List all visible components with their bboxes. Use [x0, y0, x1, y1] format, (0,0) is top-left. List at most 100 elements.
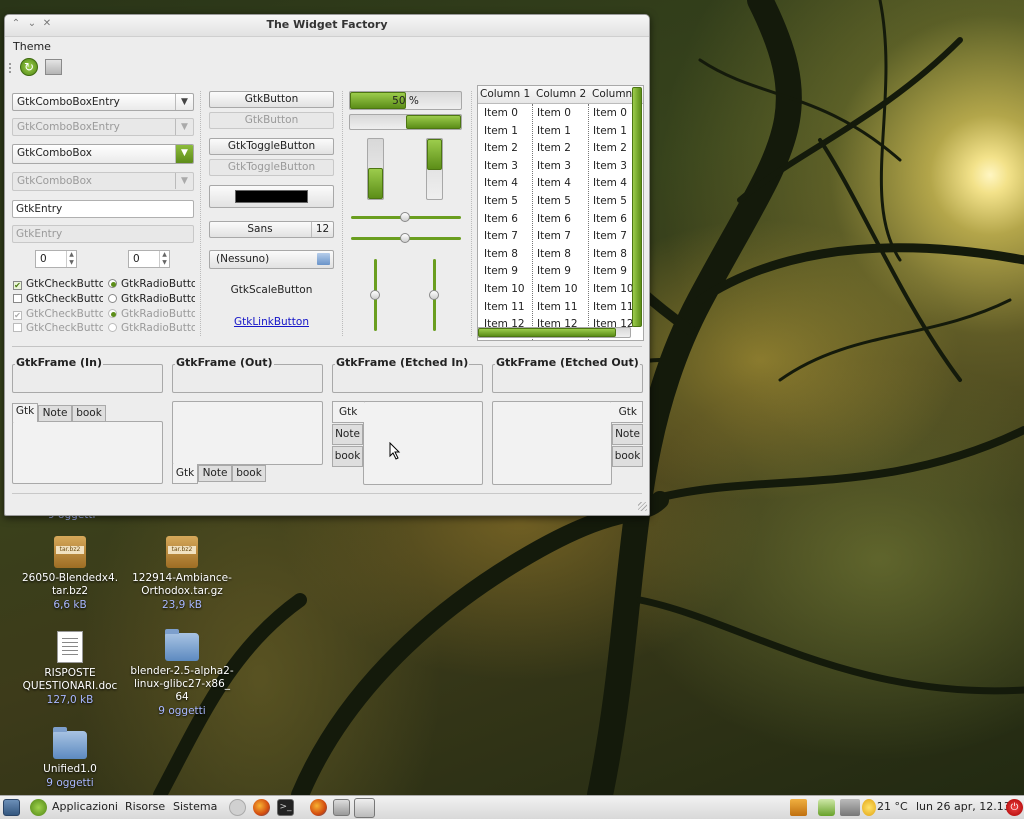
display-icon[interactable]	[840, 799, 860, 816]
desktop-icon-blender[interactable]: blender-2.5-alpha2- linux-glibc27-x86_ 6…	[127, 629, 237, 718]
desktop-icon-risposte-questionari[interactable]: RISPOSTE QUESTIONARI.doc 127,0 kB	[15, 631, 125, 707]
tree-cell[interactable]: Item 9	[484, 265, 518, 277]
tree-cell[interactable]: Item 4	[593, 177, 627, 189]
menu-places[interactable]: Risorse	[125, 800, 165, 813]
stop-icon[interactable]	[45, 59, 62, 75]
column-header-1[interactable]: Column 1	[480, 88, 530, 100]
desktop-icon-ambiance-orthodox[interactable]: 122914-Ambiance- Orthodox.tar.gz 23,9 kB	[127, 536, 237, 612]
dropdown-arrow-icon[interactable]: ▼	[175, 94, 193, 110]
title-bar[interactable]: ⌃ ⌄ ✕ The Widget Factory	[5, 15, 649, 37]
radio-button[interactable]: GtkRadioButton	[108, 293, 195, 306]
tree-cell[interactable]: Item 3	[537, 160, 571, 172]
notebook-left-tab-gtk[interactable]: Gtk	[332, 401, 364, 423]
tree-cell[interactable]: Item 7	[593, 230, 627, 242]
notebook-right-tab-note[interactable]: Note	[612, 424, 643, 445]
hscale-1-handle[interactable]	[400, 212, 410, 222]
power-icon[interactable]: ⏻	[1006, 799, 1023, 816]
hscale-2-handle[interactable]	[400, 233, 410, 243]
spin-button-1[interactable]: 0 ▲ ▼	[35, 250, 77, 268]
notebook-left-tab-note[interactable]: Note	[332, 424, 363, 445]
firefox-window-icon[interactable]	[310, 799, 327, 816]
tree-vscrollbar[interactable]	[632, 87, 642, 327]
notebook-right-tab-gtk[interactable]: Gtk	[611, 401, 643, 423]
notebook-top-tab-book[interactable]: book	[72, 405, 106, 422]
tree-cell[interactable]: Item 5	[593, 195, 627, 207]
tree-cell[interactable]: Item 7	[484, 230, 518, 242]
show-desktop-icon[interactable]	[3, 799, 20, 816]
tree-cell[interactable]: Item 8	[593, 248, 627, 260]
color-button[interactable]	[209, 185, 334, 208]
spin-button-2[interactable]: 0 ▲ ▼	[128, 250, 170, 268]
notebook-top-tab-note[interactable]: Note	[38, 405, 72, 422]
tree-cell[interactable]: Item 7	[537, 230, 571, 242]
tree-cell[interactable]: Item 8	[484, 248, 518, 260]
column-header-2[interactable]: Column 2	[536, 88, 586, 100]
ubuntu-logo-icon[interactable]	[30, 799, 47, 816]
tree-hscrollbar[interactable]	[477, 327, 631, 338]
spin-arrows-icon[interactable]: ▲ ▼	[66, 251, 76, 267]
temperature[interactable]: 21 °C	[877, 800, 908, 813]
tree-cell[interactable]: Item 6	[484, 213, 518, 225]
clock[interactable]: lun 26 apr, 12.13	[916, 800, 1011, 813]
check-button-checked[interactable]: ✔ GtkCheckButton	[13, 278, 103, 291]
tree-cell[interactable]: Item 11	[537, 301, 578, 313]
tree-cell[interactable]: Item 0	[593, 107, 627, 119]
gtk-button[interactable]: GtkButton	[209, 91, 334, 108]
tree-cell[interactable]: Item 5	[484, 195, 518, 207]
tree-cell[interactable]: Item 4	[484, 177, 518, 189]
vscale-2-handle[interactable]	[429, 290, 439, 300]
notebook-bottom-tab-book[interactable]: book	[232, 465, 266, 482]
tree-cell[interactable]: Item 11	[593, 301, 634, 313]
tree-cell[interactable]: Item 3	[593, 160, 627, 172]
firefox-icon[interactable]	[253, 799, 270, 816]
tree-view[interactable]: Column 1 Column 2 Column 3 Item 0 Item 0 I…	[477, 85, 644, 341]
tree-cell[interactable]: Item 11	[484, 301, 525, 313]
notebook-bottom-tab-note[interactable]: Note	[198, 465, 232, 482]
tree-cell[interactable]: Item 1	[484, 125, 518, 137]
document-window-icon[interactable]	[333, 799, 350, 816]
help-icon[interactable]	[229, 799, 246, 816]
tree-cell[interactable]: Item 4	[537, 177, 571, 189]
resize-grip-icon[interactable]	[638, 502, 647, 511]
scale-button[interactable]: GtkScaleButton	[209, 284, 334, 296]
check-button[interactable]: GtkCheckButton	[13, 293, 103, 306]
file-chooser-button[interactable]: (Nessuno)	[209, 250, 334, 269]
refresh-icon[interactable]: ↻	[20, 58, 38, 76]
desktop-icon-unified[interactable]: Unified1.0 9 oggetti	[15, 727, 125, 790]
tree-cell[interactable]: Item 2	[593, 142, 627, 154]
notebook-top-tab-gtk[interactable]: Gtk	[12, 403, 38, 422]
font-button[interactable]: Sans 12	[209, 221, 334, 238]
dropdown-arrow-icon[interactable]: ▼	[175, 145, 193, 163]
tree-cell[interactable]: Item 9	[593, 265, 627, 277]
toolbar-grip[interactable]	[9, 63, 11, 73]
tree-cell[interactable]: Item 6	[537, 213, 571, 225]
terminal-icon[interactable]: >_	[277, 799, 294, 816]
tree-cell[interactable]: Item 1	[537, 125, 571, 137]
gtk-entry[interactable]: GtkEntry	[12, 200, 194, 218]
combo-box-entry[interactable]: GtkComboBoxEntry ▼	[12, 93, 194, 111]
notebook-right-tab-book[interactable]: book	[612, 446, 643, 467]
tree-cell[interactable]: Item 2	[537, 142, 571, 154]
hscrollbar-thumb[interactable]	[478, 328, 616, 337]
radio-button-selected[interactable]: GtkRadioButton	[108, 278, 195, 291]
notebook-bottom-tab-gtk[interactable]: Gtk	[172, 464, 198, 484]
weather-sun-icon[interactable]	[862, 799, 876, 816]
trash-icon[interactable]	[790, 799, 807, 816]
tree-cell[interactable]: Item 2	[484, 142, 518, 154]
tree-cell[interactable]: Item 3	[484, 160, 518, 172]
tree-cell[interactable]: Item 5	[537, 195, 571, 207]
tree-cell[interactable]: Item 0	[537, 107, 571, 119]
tree-cell[interactable]: Item 0	[484, 107, 518, 119]
menu-system[interactable]: Sistema	[173, 800, 217, 813]
link-button[interactable]: GtkLinkButton	[209, 316, 334, 328]
tree-cell[interactable]: Item 10	[537, 283, 578, 295]
toggle-button[interactable]: GtkToggleButton	[209, 138, 334, 155]
tree-cell[interactable]: Item 1	[593, 125, 627, 137]
desktop-icon-blendedx4[interactable]: 26050-Blendedx4. tar.bz2 6,6 kB	[15, 536, 125, 612]
tree-cell[interactable]: Item 10	[484, 283, 525, 295]
notebook-left-tab-book[interactable]: book	[332, 446, 363, 467]
tree-cell[interactable]: Item 9	[537, 265, 571, 277]
tree-cell[interactable]: Item 6	[593, 213, 627, 225]
menu-applications[interactable]: Applicazioni	[52, 800, 118, 813]
menu-theme[interactable]: Theme	[13, 40, 51, 53]
